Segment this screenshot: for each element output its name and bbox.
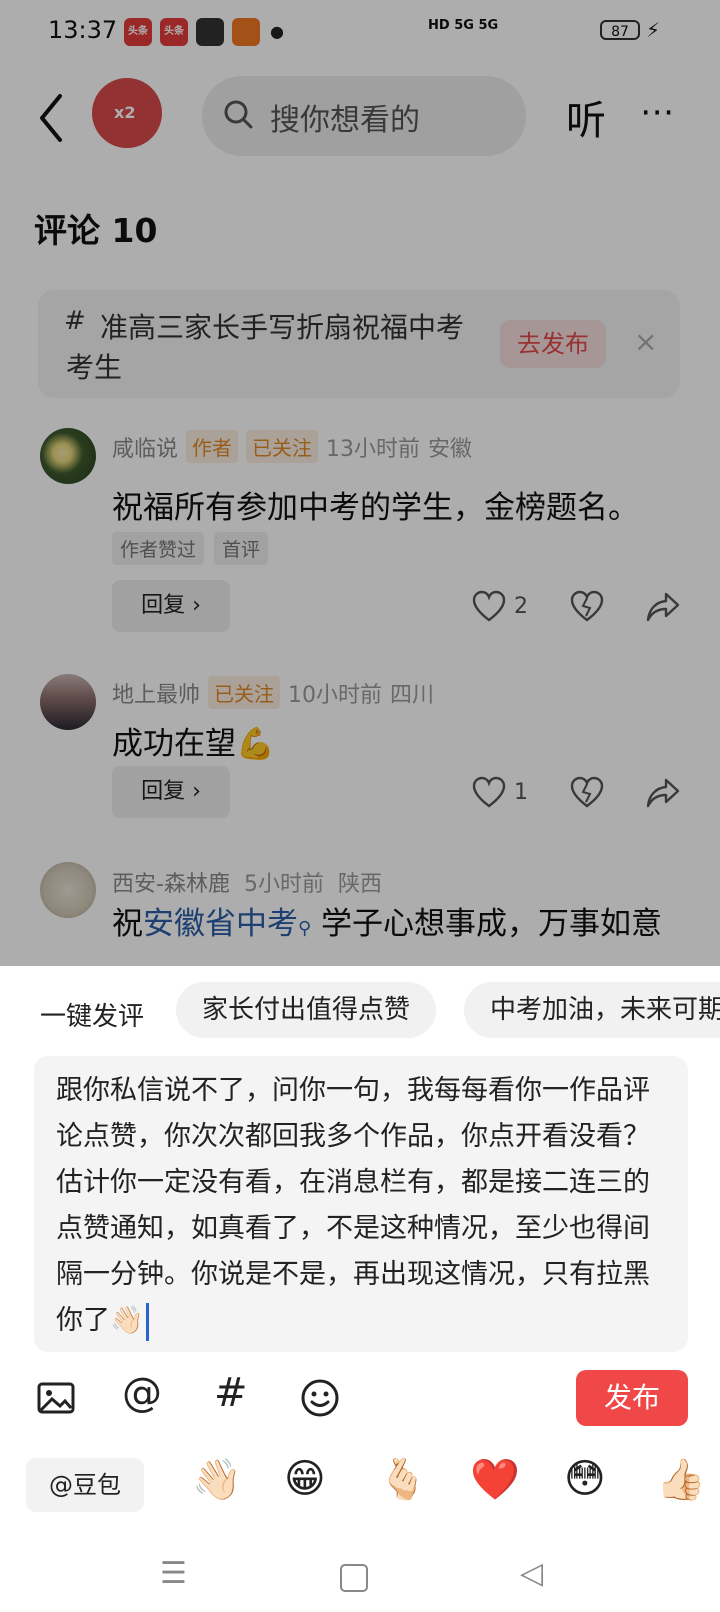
emoji-finger-heart-icon[interactable]: 🫰🏻 — [378, 1456, 428, 1503]
emoji-icon[interactable] — [300, 1378, 340, 1418]
emoji-thumbs-up-icon[interactable]: 👍🏻 — [656, 1456, 706, 1503]
quick-comment-chip[interactable]: 中考加油，未来可期 — [464, 982, 720, 1038]
emoji-grin-icon[interactable]: 😁 — [284, 1456, 326, 1502]
mention-doubao-button[interactable]: @豆包 — [26, 1458, 144, 1512]
publish-button[interactable]: 发布 — [576, 1370, 688, 1426]
text-cursor — [145, 1302, 149, 1341]
image-icon[interactable] — [36, 1378, 76, 1418]
nav-home-icon[interactable] — [340, 1564, 368, 1592]
hashtag-icon[interactable]: # — [214, 1370, 248, 1416]
dim-overlay[interactable] — [0, 0, 720, 966]
comment-input-text[interactable]: 跟你私信说不了，问你一句，我每每看你一作品评论点赞，你次次都回我多个作品，你点开… — [56, 1068, 662, 1344]
quick-comment-chip[interactable]: 家长付出值得点赞 — [176, 982, 437, 1038]
emoji-flushed-icon[interactable]: 😳 — [564, 1456, 606, 1502]
quick-comment-label: 一键发评 — [40, 1002, 145, 1032]
at-icon[interactable]: @ — [122, 1370, 162, 1416]
nav-menu-icon[interactable]: ☰ — [160, 1556, 187, 1591]
nav-back-icon[interactable]: ◁ — [520, 1556, 543, 1591]
emoji-wave-icon[interactable]: 👋🏻 — [192, 1456, 242, 1503]
emoji-heart-icon[interactable]: ❤️ — [470, 1456, 520, 1503]
draft-text: 跟你私信说不了，问你一句，我每每看你一作品评论点赞，你次次都回我多个作品，你点开… — [56, 1075, 650, 1336]
